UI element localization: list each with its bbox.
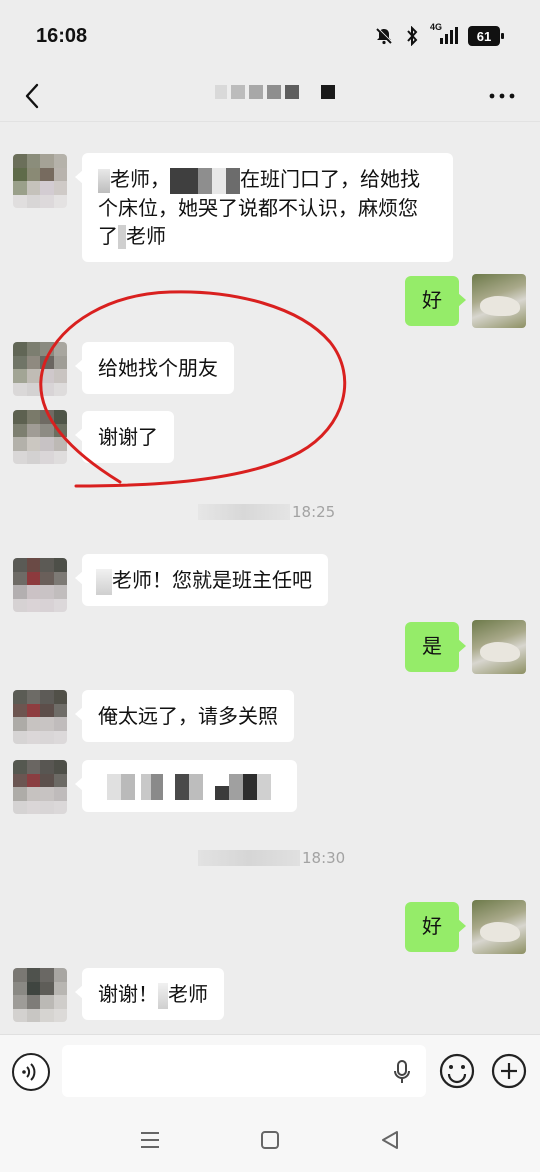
message-bubble-mine[interactable]: 好 — [405, 276, 466, 326]
redacted-date — [198, 504, 290, 520]
redacted-name — [96, 568, 112, 595]
input-bar — [0, 1034, 540, 1104]
contact-avatar[interactable] — [13, 342, 67, 396]
message-text: 好 — [422, 914, 442, 938]
timestamp-text: 18:30 — [302, 849, 346, 867]
message-bubble-mine[interactable]: 好 — [405, 902, 466, 952]
message-bubble[interactable]: 谢谢了 — [75, 411, 174, 463]
more-button[interactable] — [484, 80, 520, 112]
message-text: 谢谢了 — [98, 425, 158, 449]
redacted-name — [198, 167, 212, 194]
contact-avatar[interactable] — [13, 690, 67, 744]
chat-header — [0, 72, 540, 122]
system-navigation-bar — [0, 1104, 540, 1172]
message-bubble[interactable]: 老师！您就是班主任吧 — [75, 554, 328, 606]
triangle-back-icon — [382, 1131, 398, 1149]
contact-avatar[interactable] — [13, 558, 67, 612]
message-bubble-redacted[interactable] — [75, 760, 297, 812]
message-text: 老师 — [126, 223, 166, 248]
message-bubble[interactable]: 俺太远了，请多关照 — [75, 690, 294, 742]
mute-bell-icon — [374, 26, 394, 46]
emoji-button[interactable] — [438, 1052, 476, 1090]
status-icons: 4G 61 — [374, 22, 504, 46]
message-text: 给她找个朋友 — [98, 356, 218, 380]
more-dots-icon — [489, 93, 515, 99]
timestamp-text: 18:25 — [292, 503, 336, 521]
my-avatar[interactable] — [472, 620, 526, 674]
voice-toggle-button[interactable] — [12, 1053, 50, 1091]
contact-avatar[interactable] — [13, 760, 67, 814]
status-bar: 16:08 4G 61 — [0, 0, 540, 72]
chat-title-redacted — [215, 85, 335, 99]
redacted-name — [118, 225, 126, 249]
message-bubble-mine[interactable]: 是 — [405, 622, 466, 672]
message-input[interactable] — [62, 1045, 426, 1097]
microphone-icon[interactable] — [390, 1059, 414, 1085]
message-text: 好 — [422, 288, 442, 312]
chevron-left-icon — [25, 83, 39, 109]
message-text: 是 — [422, 634, 442, 658]
voice-wave-icon — [22, 1063, 36, 1081]
redacted-name — [98, 168, 110, 193]
redacted-name — [226, 167, 240, 194]
redacted-name — [212, 167, 226, 194]
back-button[interactable] — [16, 80, 48, 112]
my-avatar[interactable] — [472, 900, 526, 954]
square-icon — [261, 1131, 279, 1149]
message-text: 谢谢！ — [98, 982, 158, 1006]
message-bubble[interactable]: 老师， 在班门口了，给她找个床位，她哭了说都不认识，麻烦您了 老师 — [75, 153, 453, 262]
redacted-name — [158, 982, 168, 1009]
status-time: 16:08 — [36, 25, 88, 47]
home-button[interactable] — [256, 1126, 284, 1154]
redacted-content — [98, 772, 281, 800]
timestamp: 18:30 — [198, 849, 345, 867]
message-text: 老师 — [168, 982, 208, 1006]
signal-4g-icon: 4G — [430, 22, 460, 46]
message-text: 老师！您就是班主任吧 — [112, 568, 312, 592]
message-list[interactable]: 老师， 在班门口了，给她找个床位，她哭了说都不认识，麻烦您了 老师 好 给她找个朋友… — [0, 122, 540, 1034]
timestamp: 18:25 — [198, 503, 335, 521]
contact-avatar[interactable] — [13, 410, 67, 464]
bluetooth-icon — [402, 26, 422, 46]
network-label: 4G — [430, 22, 443, 32]
message-text: 老师， — [110, 167, 170, 191]
redacted-date — [198, 850, 300, 866]
redacted-name — [170, 167, 198, 194]
contact-avatar[interactable] — [13, 968, 67, 1022]
message-bubble[interactable]: 给她找个朋友 — [75, 342, 234, 394]
battery-icon: 61 — [468, 26, 504, 46]
smiley-icon — [439, 1053, 475, 1089]
menu-lines-icon — [141, 1132, 159, 1148]
message-bubble[interactable]: 谢谢！ 老师 — [75, 968, 224, 1020]
more-functions-button[interactable] — [490, 1052, 528, 1090]
message-text: 俺太远了，请多关照 — [98, 704, 278, 728]
back-system-button[interactable] — [376, 1126, 404, 1154]
my-avatar[interactable] — [472, 274, 526, 328]
plus-circle-icon — [491, 1053, 527, 1089]
contact-avatar[interactable] — [13, 154, 67, 208]
recent-apps-button[interactable] — [136, 1126, 164, 1154]
